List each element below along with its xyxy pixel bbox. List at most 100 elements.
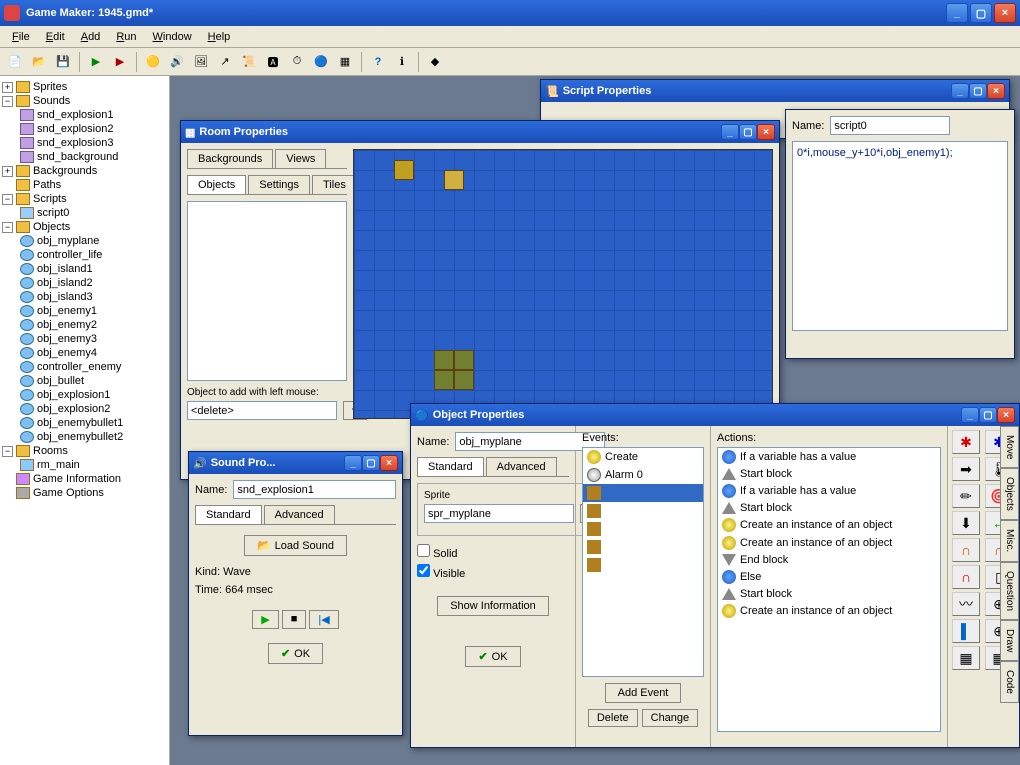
path-icon[interactable]: ↗ (214, 51, 236, 73)
tab-standard[interactable]: Standard (195, 505, 262, 524)
tree-item[interactable]: script0 (37, 207, 69, 219)
script-name-input[interactable] (830, 116, 950, 135)
close-button[interactable]: × (997, 407, 1015, 423)
actions-listbox[interactable]: If a variable has a value Start block If a… (717, 447, 941, 732)
script-code-area[interactable]: 0*i,mouse_y+10*i,obj_enemy1); (792, 141, 1008, 331)
solid-checkbox[interactable] (417, 544, 430, 557)
action-item[interactable]: Create an instance of an object (718, 602, 940, 620)
tree-scripts[interactable]: Scripts (33, 193, 67, 205)
info-icon[interactable]: ℹ (391, 51, 413, 73)
event-item[interactable]: Alarm 0 (583, 466, 703, 484)
tree-game-info[interactable]: Game Information (33, 473, 121, 485)
menu-file[interactable]: File (4, 29, 38, 45)
tree-rooms[interactable]: Rooms (33, 445, 68, 457)
menu-run[interactable]: Run (108, 29, 144, 45)
change-event-button[interactable]: Change (642, 709, 699, 727)
event-item[interactable] (583, 502, 703, 520)
action-btn[interactable]: ▌ (952, 619, 980, 643)
minimize-button[interactable]: _ (961, 407, 979, 423)
tree-game-options[interactable]: Game Options (33, 487, 104, 499)
help-icon[interactable]: ? (367, 51, 389, 73)
tree-item[interactable]: obj_island2 (37, 277, 93, 289)
tree-item[interactable]: controller_life (37, 249, 102, 261)
action-btn[interactable]: ✏ (952, 484, 980, 508)
tab-settings[interactable]: Settings (248, 175, 310, 194)
tab-standard[interactable]: Standard (417, 457, 484, 476)
tree-backgrounds[interactable]: Backgrounds (33, 165, 97, 177)
font-icon[interactable]: 🅰 (262, 51, 284, 73)
open-icon[interactable]: 📂 (28, 51, 50, 73)
load-sound-button[interactable]: 📂 Load Sound (244, 535, 347, 556)
timeline-icon[interactable]: ⏱ (286, 51, 308, 73)
action-btn[interactable]: ➡ (952, 457, 980, 481)
event-item[interactable] (583, 538, 703, 556)
minimize-button[interactable]: _ (946, 3, 968, 23)
room-canvas[interactable] (353, 149, 773, 419)
tree-objects[interactable]: Objects (33, 221, 70, 233)
event-item[interactable]: Create (583, 448, 703, 466)
action-item[interactable]: If a variable has a value (718, 482, 940, 500)
sound-name-input[interactable] (233, 480, 396, 499)
object-properties-window[interactable]: 🔵Object Properties _ ▢ × Name: Standard … (410, 403, 1020, 748)
publish-icon[interactable]: ◆ (424, 51, 446, 73)
play-button[interactable]: ▶ (252, 610, 278, 629)
new-icon[interactable]: 📄 (4, 51, 26, 73)
close-button[interactable]: × (757, 124, 775, 140)
rewind-button[interactable]: |◀ (309, 610, 338, 629)
action-item[interactable]: Create an instance of an object (718, 534, 940, 552)
action-item[interactable]: Else (718, 568, 940, 586)
event-item[interactable] (583, 484, 703, 502)
tree-item[interactable]: obj_myplane (37, 235, 99, 247)
bg-icon[interactable]: 🖼 (190, 51, 212, 73)
sprite-combo[interactable] (424, 504, 574, 523)
tree-item[interactable]: snd_background (37, 151, 118, 163)
tree-paths[interactable]: Paths (33, 179, 61, 191)
add-event-button[interactable]: Add Event (605, 683, 682, 703)
tab-advanced[interactable]: Advanced (264, 505, 335, 524)
tree-item[interactable]: controller_enemy (37, 361, 121, 373)
ok-button[interactable]: ✔ OK (268, 643, 323, 664)
tree-item[interactable]: obj_enemy4 (37, 347, 97, 359)
tree-item[interactable]: obj_explosion1 (37, 389, 110, 401)
action-btn[interactable]: ∩ (952, 565, 980, 589)
event-item[interactable] (583, 520, 703, 538)
obj-add-combo[interactable] (187, 401, 337, 420)
sidetab-draw[interactable]: Draw (1000, 620, 1019, 661)
resource-tree[interactable]: +Sprites −Sounds snd_explosion1 snd_expl… (0, 76, 170, 765)
action-btn[interactable]: ▦ (952, 646, 980, 670)
minimize-button[interactable]: _ (344, 455, 362, 471)
sidetab-question[interactable]: Question (1000, 562, 1019, 620)
tree-sounds[interactable]: Sounds (33, 95, 70, 107)
tab-objects[interactable]: Objects (187, 175, 246, 194)
tree-item[interactable]: obj_enemy3 (37, 333, 97, 345)
tree-item[interactable]: snd_explosion1 (37, 109, 113, 121)
tree-item[interactable]: obj_enemy1 (37, 305, 97, 317)
delete-event-button[interactable]: Delete (588, 709, 638, 727)
close-button[interactable]: × (380, 455, 398, 471)
maximize-button[interactable]: ▢ (979, 407, 997, 423)
action-item[interactable]: Start block (718, 586, 940, 602)
run-icon[interactable]: ▶ (85, 51, 107, 73)
tree-item[interactable]: obj_enemy2 (37, 319, 97, 331)
save-icon[interactable]: 💾 (52, 51, 74, 73)
tree-item[interactable]: obj_enemybullet2 (37, 431, 123, 443)
maximize-button[interactable]: ▢ (970, 3, 992, 23)
maximize-button[interactable]: ▢ (362, 455, 380, 471)
action-item[interactable]: Create an instance of an object (718, 516, 940, 534)
action-btn[interactable]: ∩ (952, 538, 980, 562)
tab-backgrounds[interactable]: Backgrounds (187, 149, 273, 168)
tab-tiles[interactable]: Tiles (312, 175, 357, 194)
maximize-button[interactable]: ▢ (739, 124, 757, 140)
stop-button[interactable]: ■ (282, 610, 307, 629)
visible-checkbox[interactable] (417, 564, 430, 577)
tree-item[interactable]: obj_enemybullet1 (37, 417, 123, 429)
tab-views[interactable]: Views (275, 149, 326, 168)
tree-item[interactable]: snd_explosion2 (37, 123, 113, 135)
sound-icon[interactable]: 🔊 (166, 51, 188, 73)
minimize-button[interactable]: _ (951, 83, 969, 99)
menu-help[interactable]: Help (200, 29, 239, 45)
action-item[interactable]: If a variable has a value (718, 448, 940, 466)
action-btn[interactable]: ✱ (952, 430, 980, 454)
menu-edit[interactable]: Edit (38, 29, 73, 45)
action-btn[interactable]: ⬇ (952, 511, 980, 535)
